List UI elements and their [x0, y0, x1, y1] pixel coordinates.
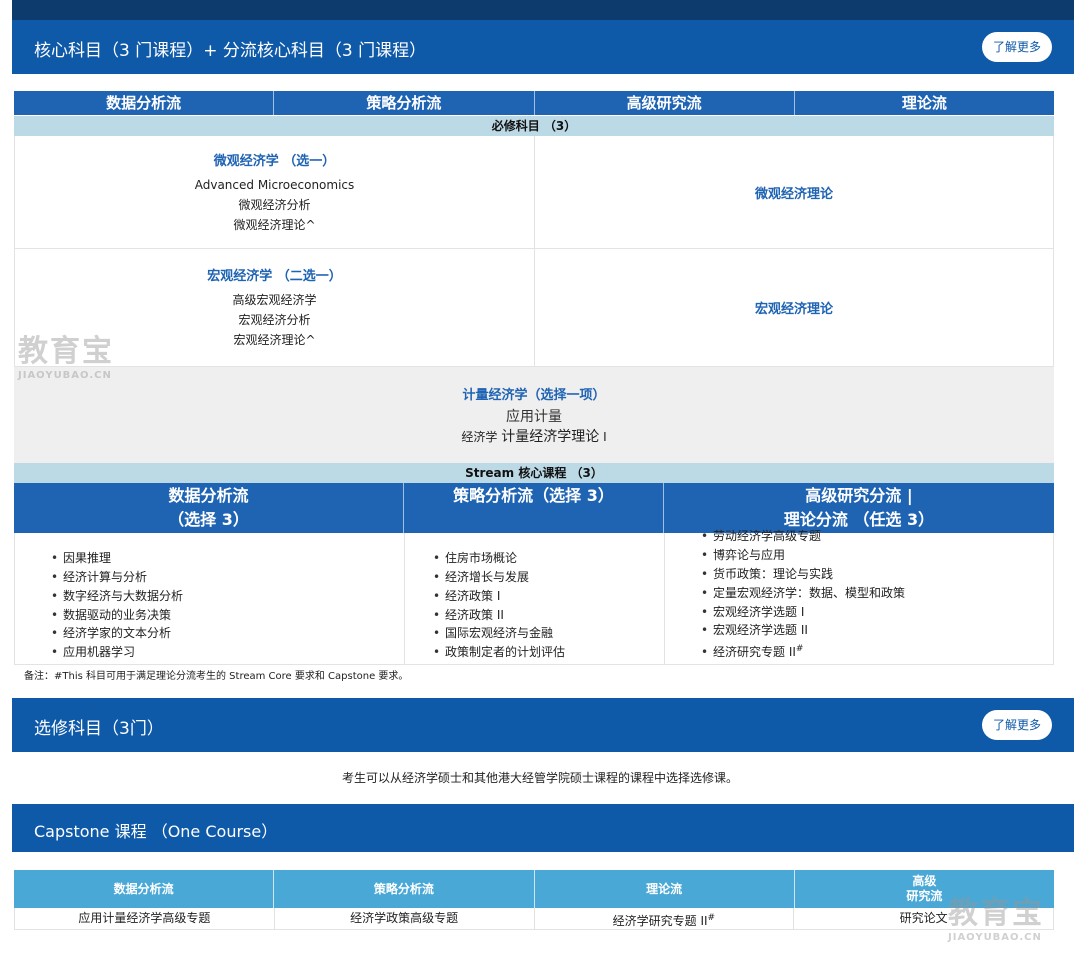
list-item: 住房市场概论: [433, 549, 664, 568]
stream-core-header-row: 数据分析流 （选择 3） 策略分析流（选择 3） 高级研究分流 | 理论分流 （…: [14, 483, 1054, 533]
required-subjects-label: 必修科目 （3）: [14, 116, 1054, 136]
micro-theory-cell: 微观经济理论: [535, 136, 1053, 248]
stream-core-header-data: 数据分析流 （选择 3）: [14, 483, 404, 533]
stream-core-header-strategy-line: 策略分析流（选择 3）: [453, 486, 614, 505]
list-item: 劳动经济学高级专题: [701, 527, 1053, 546]
micro-option: Advanced Microeconomics: [194, 177, 355, 192]
list-item: 数据驱动的业务决策: [51, 606, 404, 625]
capstone-course-row: 应用计量经济学高级专题 经济学政策高级专题 经济学研究专题 II# 研究论文: [14, 908, 1054, 930]
capstone-course: 应用计量经济学高级专题: [15, 908, 275, 929]
top-strip: [12, 0, 1074, 20]
stream-core-header-data-line: 数据分析流: [168, 486, 249, 505]
macro-theory-cell: 宏观经济理论: [535, 249, 1053, 366]
list-item: 定量宏观经济学：数据、模型和政策: [701, 584, 1053, 603]
capstone-header-advanced-line: 高级: [912, 874, 937, 888]
watermark-sub: JIAOYUBAO.CN: [18, 370, 112, 381]
stream-core-lists: 因果推理 经济计算与分析 数字经济与大数据分析 数据驱动的业务决策 经济学家的文…: [14, 529, 1054, 665]
watermark-main: 教育宝: [948, 896, 1044, 931]
data-course-list: 因果推理 经济计算与分析 数字经济与大数据分析 数据驱动的业务决策 经济学家的文…: [15, 533, 405, 664]
econometrics-option-main: 计量经济学理论: [501, 428, 600, 445]
list-item: 数字经济与大数据分析: [51, 587, 404, 606]
list-item: 博弈论与应用: [701, 546, 1053, 565]
watermark-main: 教育宝: [18, 334, 114, 369]
capstone-header-theory: 理论流: [535, 870, 795, 908]
list-item-text: 经济研究专题 II: [713, 645, 796, 660]
core-learn-more-button[interactable]: 了解更多: [982, 32, 1052, 62]
capstone-section-header: Capstone 课程 （One Course）: [12, 804, 1074, 852]
macro-option: 高级宏观经济学: [232, 293, 317, 307]
stream-header-strategy: 策略分析流: [274, 91, 535, 115]
macro-theory-title: 宏观经济理论: [754, 302, 833, 317]
micro-title: 微观经济学 （选一）: [213, 153, 336, 169]
watermark-sub: JIAOYUBAO.CN: [948, 932, 1042, 943]
watermark-logo: 教育宝 JIAOYUBAO.CN: [948, 888, 1044, 943]
list-item: 经济研究专题 II#: [701, 640, 1053, 662]
econometrics-row: 计量经济学（选择一项） 应用计量 经济学 计量经济学理论 I: [14, 367, 1054, 463]
micro-option: 微观经济理论^: [233, 217, 316, 232]
watermark-logo: 教育宝 JIAOYUBAO.CN: [18, 326, 114, 381]
list-item: 政策制定者的计划评估: [433, 643, 664, 662]
list-item: 宏观经济学选题 I: [701, 603, 1053, 622]
footnote-text: 备注：#This 科目可用于满足理论分流考生的 Stream Core 要求和 …: [24, 671, 409, 682]
footnote-mark: #: [795, 644, 804, 655]
list-item: 经济学家的文本分析: [51, 624, 404, 643]
macro-title: 宏观经济学 （二选一）: [207, 269, 342, 284]
macro-option: 宏观经济理论^: [233, 333, 316, 347]
elective-description: 考生可以从经济学硕士和其他港大经管学院硕士课程的课程中选择选修课。: [341, 771, 738, 785]
capstone-course: 经济学研究专题 II#: [535, 908, 795, 929]
stream-core-header-advanced-line: 高级研究分流 |: [805, 486, 913, 505]
econometrics-title: 计量经济学（选择一项）: [462, 387, 606, 403]
advanced-course-list: 劳动经济学高级专题 博弈论与应用 货币政策：理论与实践 定量宏观经济学：数据、模…: [665, 529, 1053, 664]
elective-section-header: 选修科目（3门） 了解更多: [12, 698, 1074, 752]
capstone-header-data: 数据分析流: [14, 870, 275, 908]
capstone-header-strategy: 策略分析流: [274, 870, 535, 908]
capstone-header-advanced-line: 研究流: [906, 889, 943, 903]
stream-header-theory: 理论流: [901, 94, 947, 112]
micro-option: 微观经济分析: [238, 197, 311, 212]
list-item: 因果推理: [51, 549, 404, 568]
elective-section-title: 选修科目（3门）: [34, 719, 164, 739]
micro-options-cell: 微观经济学 （选一） Advanced Microeconomics 微观经济分…: [15, 136, 535, 248]
macro-row: 宏观经济学 （二选一） 高级宏观经济学 宏观经济分析 宏观经济理论^ 宏观经济理…: [14, 249, 1054, 367]
stream-header-data: 数据分析流: [14, 91, 275, 115]
micro-theory-title: 微观经济理论: [754, 186, 833, 202]
stream-core-header-data-line: （选择 3）: [168, 510, 249, 529]
strategy-course-list: 住房市场概论 经济增长与发展 经济政策 I 经济政策 II 国际宏观经济与金融 …: [405, 533, 665, 664]
list-item: 货币政策：理论与实践: [701, 565, 1053, 584]
list-item: 应用机器学习: [51, 643, 404, 662]
list-item: 宏观经济学选题 II: [701, 621, 1053, 640]
capstone-course-text: 经济学研究专题 II: [612, 914, 708, 928]
micro-row: 微观经济学 （选一） Advanced Microeconomics 微观经济分…: [14, 136, 1054, 249]
list-item: 经济政策 II: [433, 606, 664, 625]
list-item: 国际宏观经济与金融: [433, 624, 664, 643]
econometrics-option: 经济学 计量经济学理论 I: [461, 427, 606, 447]
list-item: 经济政策 I: [433, 587, 664, 606]
econometrics-option-suffix: I: [603, 429, 607, 444]
stream-header-row: 数据分析流 策略分析流 高级研究流 理论流: [14, 91, 1054, 115]
capstone-section-title: Capstone 课程 （One Course）: [34, 822, 278, 841]
capstone-course: 经济学政策高级专题: [275, 908, 535, 929]
econometrics-option: 应用计量: [506, 408, 562, 425]
stream-core-label: Stream 核心课程 （3）: [14, 463, 1054, 483]
list-item: 经济增长与发展: [433, 568, 664, 587]
macro-option: 宏观经济分析: [238, 313, 311, 327]
core-section-header: 核心科目（3 门课程）+ 分流核心科目（3 门课程） 了解更多: [12, 20, 1074, 74]
capstone-header-row: 数据分析流 策略分析流 理论流 高级 研究流: [14, 870, 1054, 908]
stream-core-header-strategy: 策略分析流（选择 3）: [404, 483, 664, 533]
stream-core-header-advanced: 高级研究分流 | 理论分流 （任选 3）: [664, 483, 1054, 533]
stream-header-advanced: 高级研究流: [535, 91, 795, 115]
core-section-title: 核心科目（3 门课程）+ 分流核心科目（3 门课程）: [34, 41, 427, 61]
list-item: 经济计算与分析: [51, 568, 404, 587]
econometrics-option-prefix: 经济学: [461, 429, 498, 444]
footnote-mark: #: [707, 913, 716, 923]
elective-learn-more-button[interactable]: 了解更多: [982, 710, 1052, 740]
